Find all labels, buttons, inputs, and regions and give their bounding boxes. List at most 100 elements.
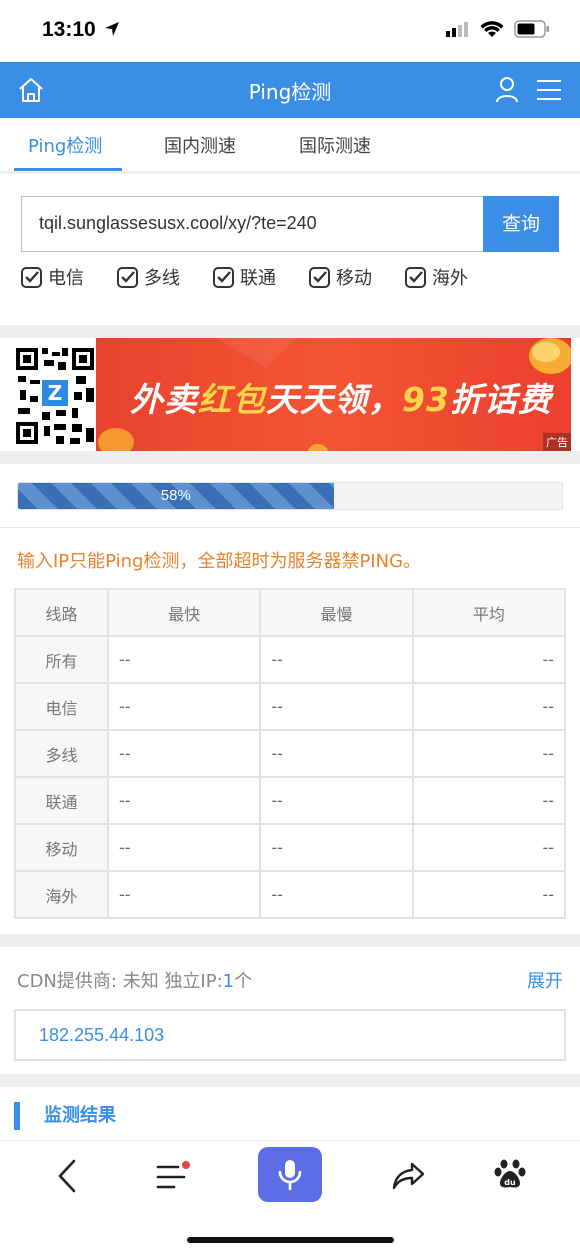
tab-domestic-speed[interactable]: 国内测速 (164, 132, 236, 158)
filter-label: 海外 (432, 268, 468, 289)
progress-label: 58% (160, 487, 191, 504)
checkbox-checked-icon[interactable] (309, 266, 330, 288)
ad-text-3: 折话费 (449, 380, 552, 419)
column-header: 最慢 (259, 588, 414, 637)
table-row: 海外 -- -- -- (14, 870, 567, 919)
status-icons (446, 20, 550, 38)
cdn-provider-value: 未知 (122, 971, 159, 992)
checkbox-checked-icon[interactable] (405, 266, 426, 288)
share-icon[interactable] (392, 1161, 426, 1195)
filter-label: 多线 (144, 268, 180, 289)
ad-text-highlight-2: 93 (402, 380, 450, 419)
menu-icon[interactable] (536, 78, 562, 106)
cellular-signal-icon (446, 22, 468, 37)
isp-filters: 电信 多线 联通 移动 海外 (21, 264, 561, 294)
voice-search-button[interactable] (258, 1147, 322, 1202)
cell-fastest: -- (106, 776, 262, 825)
menu-list-icon[interactable] (156, 1161, 192, 1195)
query-button[interactable]: 查询 (483, 196, 559, 252)
status-time: 13:10 (42, 18, 120, 42)
table-row: 所有 -- -- -- (14, 635, 567, 684)
table-header-row: 线路 最快 最慢 平均 (14, 588, 567, 637)
ad-image[interactable]: 外卖红包天天领，93折话费 广告 (96, 338, 571, 451)
cell-fastest: -- (106, 870, 262, 919)
filter-unicom[interactable]: 联通 (213, 264, 276, 290)
battery-icon (514, 20, 549, 38)
cell-average: -- (411, 682, 567, 731)
ad-text-1: 外卖 (130, 380, 198, 419)
wifi-icon (480, 21, 504, 37)
status-bar: 13:10 (0, 0, 580, 62)
svg-text:Z: Z (48, 381, 63, 405)
cell-fastest: -- (106, 682, 262, 731)
divider (0, 1074, 580, 1087)
baidu-paw-icon[interactable]: du (494, 1158, 526, 1194)
app-header: Ping检测 (0, 62, 580, 118)
filter-label: 电信 (48, 268, 84, 289)
ad-text-2: 天天领， (266, 380, 402, 419)
location-arrow-icon (104, 22, 119, 36)
user-icon[interactable] (495, 76, 519, 108)
row-label: 移动 (14, 823, 109, 872)
independent-ip-count: 1 (222, 971, 235, 992)
status-time-text: 13:10 (42, 18, 96, 41)
qr-code-icon: Z (14, 338, 96, 451)
progress-bar: 58% (17, 482, 563, 510)
back-icon[interactable] (56, 1159, 80, 1197)
divider (0, 325, 580, 338)
cell-fastest: -- (106, 729, 262, 778)
microphone-icon (278, 1159, 302, 1190)
cell-average: -- (411, 823, 567, 872)
home-indicator (187, 1237, 394, 1243)
checkbox-checked-icon[interactable] (213, 266, 234, 288)
row-label: 所有 (14, 635, 109, 684)
tab-bar: Ping检测 国内测速 国际测速 (0, 118, 580, 174)
ip-address[interactable]: 182.255.44.103 (14, 1009, 566, 1061)
ping-result-table: 线路 最快 最慢 平均 所有 -- -- -- 电信 -- -- -- 多线 -- -- -- 联… (14, 588, 567, 919)
filter-label: 移动 (336, 268, 372, 289)
filter-telecom[interactable]: 电信 (21, 264, 84, 290)
row-label: 联通 (14, 776, 109, 825)
filter-mobile[interactable]: 移动 (309, 264, 372, 290)
cdn-info: CDN提供商: 未知 独立IP:1个 (17, 967, 252, 993)
row-label: 多线 (14, 729, 109, 778)
table-row: 移动 -- -- -- (14, 823, 567, 872)
expand-link[interactable]: 展开 (527, 967, 563, 993)
browser-toolbar: du (0, 1140, 580, 1255)
independent-ip-unit: 个 (234, 971, 253, 992)
cell-fastest: -- (106, 823, 262, 872)
cell-slowest: -- (259, 682, 414, 731)
svg-text:du: du (504, 1178, 516, 1187)
table-row: 多线 -- -- -- (14, 729, 567, 778)
tab-international-speed[interactable]: 国际测速 (299, 132, 371, 158)
active-tab-indicator (14, 168, 122, 171)
cell-slowest: -- (259, 635, 414, 684)
checkbox-checked-icon[interactable] (117, 266, 138, 288)
filter-multiline[interactable]: 多线 (117, 264, 180, 290)
ad-tag: 广告 (543, 433, 571, 451)
cell-slowest: -- (259, 776, 414, 825)
ad-text-highlight-1: 红包 (198, 380, 266, 419)
row-label: 海外 (14, 870, 109, 919)
column-header: 平均 (411, 588, 567, 637)
divider (0, 527, 580, 528)
notice-text: 输入IP只能Ping检测，全部超时为服务器禁PING。 (17, 551, 422, 572)
table-row: 电信 -- -- -- (14, 682, 567, 731)
cell-average: -- (411, 870, 567, 919)
divider (0, 934, 580, 947)
cell-average: -- (411, 635, 567, 684)
checkbox-checked-icon[interactable] (21, 266, 42, 288)
filter-overseas[interactable]: 海外 (405, 264, 468, 290)
page-title: Ping检测 (248, 80, 332, 104)
cdn-provider-label: CDN提供商: (17, 971, 117, 992)
section-title: 监测结果 (14, 1102, 116, 1130)
tab-ping[interactable]: Ping检测 (28, 132, 102, 158)
ad-slogan: 外卖红包天天领，93折话费 (130, 373, 552, 421)
cell-slowest: -- (259, 729, 414, 778)
ad-banner[interactable]: Z 外卖红包天天领，93折话费 广告 (14, 338, 571, 451)
url-input[interactable]: tqil.sunglassesusx.cool/xy/?te=240 (21, 196, 483, 252)
cell-fastest: -- (106, 635, 262, 684)
independent-ip-label: 独立IP: (164, 971, 223, 992)
filter-label: 联通 (240, 268, 276, 289)
row-label: 电信 (14, 682, 109, 731)
